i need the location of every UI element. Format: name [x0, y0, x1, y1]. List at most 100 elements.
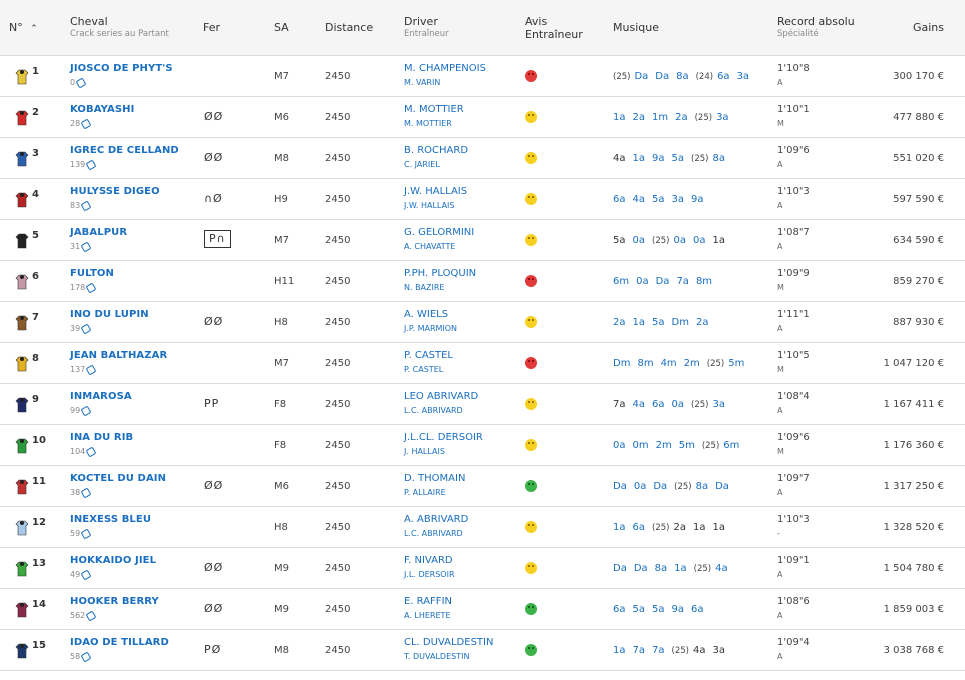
table-row[interactable]: 14 HOOKER BERRY 562 ØØ M9 2450 E. RAFFIN…	[0, 589, 965, 630]
table-row[interactable]: 5 JABALPUR 31 P∩ M7 2450 G. GELORMINI A.…	[0, 220, 965, 261]
table-row[interactable]: 1 JIOSCO DE PHYT'S 0 M7 2450 M. CHAMPENO…	[0, 56, 965, 97]
col-num-sort[interactable]: N° ⌃	[9, 21, 38, 36]
musique-result[interactable]: 2m	[684, 358, 700, 369]
table-row[interactable]: 10 INA DU RIB 104 F8 2450 J.L.CL. DERSOI…	[0, 425, 965, 466]
driver-link[interactable]: P.PH. PLOQUIN	[404, 267, 476, 280]
col-fer[interactable]: Fer	[203, 21, 220, 34]
musique-result[interactable]: 1a	[674, 563, 687, 574]
horse-name-link[interactable]: IGREC DE CELLAND	[70, 144, 179, 157]
musique-result[interactable]: 0a	[613, 440, 626, 451]
musique-result[interactable]: 2a	[633, 112, 646, 123]
musique-result[interactable]: 1a	[693, 522, 706, 533]
musique-result[interactable]: Da	[655, 71, 669, 82]
table-row[interactable]: 7 INO DU LUPIN 39 ØØ H8 2450 A. WIELS J.…	[0, 302, 965, 343]
musique-result[interactable]: 5a	[652, 194, 665, 205]
horse-name-link[interactable]: FULTON	[70, 267, 114, 280]
musique-result[interactable]: 8m	[696, 276, 712, 287]
musique-result[interactable]: 0a	[693, 235, 706, 246]
table-row[interactable]: 2 KOBAYASHI 28 ØØ M6 2450 M. MOTTIER M. …	[0, 97, 965, 138]
trainer-link[interactable]: M. MOTTIER	[404, 118, 464, 130]
musique-result[interactable]: 3a	[737, 71, 750, 82]
trainer-link[interactable]: P. ALLAIRE	[404, 487, 465, 499]
driver-link[interactable]: A. WIELS	[404, 308, 457, 321]
musique-result[interactable]: 2a	[696, 317, 709, 328]
musique-result[interactable]: 3a	[712, 399, 725, 410]
musique-result[interactable]: 6a	[691, 604, 704, 615]
musique-result[interactable]: 1m	[652, 112, 668, 123]
col-musique[interactable]: Musique	[613, 21, 659, 34]
horse-name-link[interactable]: JABALPUR	[70, 226, 127, 239]
driver-link[interactable]: F. NIVARD	[404, 554, 455, 567]
trainer-link[interactable]: M. VARIN	[404, 77, 486, 89]
horse-name-link[interactable]: INMAROSA	[70, 390, 132, 403]
musique-result[interactable]: 5a	[652, 317, 665, 328]
musique-result[interactable]: 1a	[712, 522, 725, 533]
horse-name-link[interactable]: HULYSSE DIGEO	[70, 185, 160, 198]
musique-result[interactable]: 7a	[613, 399, 626, 410]
musique-result[interactable]: Da	[653, 481, 667, 492]
musique-result[interactable]: 5a	[613, 235, 626, 246]
horse-name-link[interactable]: JIOSCO DE PHYT'S	[70, 62, 173, 75]
table-row[interactable]: 6 FULTON 178 H11 2450 P.PH. PLOQUIN N. B…	[0, 261, 965, 302]
musique-result[interactable]: Da	[613, 481, 627, 492]
musique-result[interactable]: Da	[656, 276, 670, 287]
table-row[interactable]: 15 IDAO DE TILLARD 58 PØ M8 2450 CL. DUV…	[0, 630, 965, 671]
musique-result[interactable]: 6a	[652, 399, 665, 410]
driver-link[interactable]: M. CHAMPENOIS	[404, 62, 486, 75]
musique-result[interactable]: 2m	[656, 440, 672, 451]
musique-result[interactable]: Dm	[672, 317, 689, 328]
musique-result[interactable]: Da	[613, 563, 627, 574]
horse-name-link[interactable]: INO DU LUPIN	[70, 308, 149, 321]
musique-result[interactable]: 0m	[633, 440, 649, 451]
driver-link[interactable]: M. MOTTIER	[404, 103, 464, 116]
trainer-link[interactable]: J.P. MARMION	[404, 323, 457, 335]
musique-result[interactable]: 8a	[712, 153, 725, 164]
musique-result[interactable]: 5m	[679, 440, 695, 451]
musique-result[interactable]: 3a	[712, 645, 725, 656]
horse-name-link[interactable]: JEAN BALTHAZAR	[70, 349, 167, 362]
musique-result[interactable]: 6m	[613, 276, 629, 287]
musique-result[interactable]: 4a	[715, 563, 728, 574]
musique-result[interactable]: 7a	[633, 645, 646, 656]
col-sa[interactable]: SA	[274, 21, 289, 34]
driver-link[interactable]: D. THOMAIN	[404, 472, 465, 485]
driver-link[interactable]: J.W. HALLAIS	[404, 185, 467, 198]
musique-result[interactable]: 0a	[633, 235, 646, 246]
driver-link[interactable]: P. CASTEL	[404, 349, 453, 362]
musique-result[interactable]: 1a	[633, 153, 646, 164]
musique-result[interactable]: 7a	[676, 276, 689, 287]
musique-result[interactable]: 8m	[637, 358, 653, 369]
table-row[interactable]: 11 KOCTEL DU DAIN 38 ØØ M6 2450 D. THOMA…	[0, 466, 965, 507]
table-row[interactable]: 8 JEAN BALTHAZAR 137 M7 2450 P. CASTEL P…	[0, 343, 965, 384]
col-gains[interactable]: Gains	[913, 21, 944, 34]
musique-result[interactable]: 1a	[613, 112, 626, 123]
col-record[interactable]: Record absolu Spécialité	[777, 15, 855, 40]
trainer-link[interactable]: T. DUVALDESTIN	[404, 651, 493, 663]
horse-name-link[interactable]: KOBAYASHI	[70, 103, 134, 116]
trainer-link[interactable]: L.C. ABRIVARD	[404, 528, 468, 540]
col-distance[interactable]: Distance	[325, 21, 373, 34]
horse-name-link[interactable]: KOCTEL DU DAIN	[70, 472, 166, 485]
horse-name-link[interactable]: HOKKAIDO JIEL	[70, 554, 156, 567]
musique-result[interactable]: 5a	[672, 153, 685, 164]
musique-result[interactable]: 4a	[633, 194, 646, 205]
musique-result[interactable]: 1a	[613, 645, 626, 656]
musique-result[interactable]: 0a	[636, 276, 649, 287]
trainer-link[interactable]: J.W. HALLAIS	[404, 200, 467, 212]
musique-result[interactable]: 1a	[712, 235, 725, 246]
musique-result[interactable]: 4a	[693, 645, 706, 656]
col-cheval[interactable]: Cheval Crack series au Partant	[70, 15, 169, 40]
trainer-link[interactable]: A. CHAVATTE	[404, 241, 474, 253]
musique-result[interactable]: 2a	[675, 112, 688, 123]
musique-result[interactable]: 1a	[613, 522, 626, 533]
musique-result[interactable]: 8a	[696, 481, 709, 492]
musique-result[interactable]: 5a	[633, 604, 646, 615]
musique-result[interactable]: 8a	[655, 563, 668, 574]
horse-name-link[interactable]: INEXESS BLEU	[70, 513, 151, 526]
trainer-link[interactable]: C. JARIEL	[404, 159, 468, 171]
trainer-link[interactable]: A. LHERETE	[404, 610, 452, 622]
musique-result[interactable]: 2a	[673, 522, 686, 533]
driver-link[interactable]: G. GELORMINI	[404, 226, 474, 239]
horse-name-link[interactable]: IDAO DE TILLARD	[70, 636, 169, 649]
musique-result[interactable]: 6a	[633, 522, 646, 533]
